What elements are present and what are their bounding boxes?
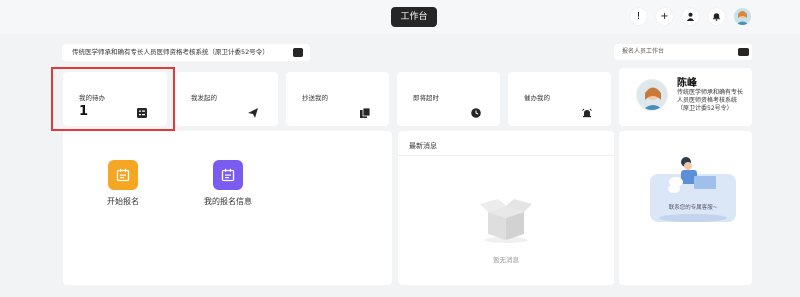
- plus-icon[interactable]: +: [656, 8, 673, 25]
- entry-label: 我的报名信息: [204, 197, 252, 206]
- profile-name: 陈峰: [677, 78, 697, 89]
- empty-message: 暂无消息: [493, 256, 519, 264]
- shortcut-panel: [63, 131, 392, 285]
- role-select[interactable]: 报名人员工作台: [614, 44, 752, 60]
- stat-label: 催办我的: [524, 94, 550, 102]
- stat-card-cc[interactable]: 抄送我的: [286, 72, 389, 126]
- stat-label: 我发起的: [191, 94, 217, 102]
- todo-highlight-frame: [51, 67, 175, 131]
- divider: [398, 155, 614, 156]
- stat-label: 即将超时: [413, 94, 439, 102]
- calendar-icon: [213, 160, 243, 190]
- bell-icon[interactable]: [708, 8, 725, 25]
- workspace-tab[interactable]: 工作台: [391, 7, 437, 27]
- entry-label: 开始报名: [107, 197, 139, 206]
- send-icon: [248, 108, 258, 118]
- start-registration-entry[interactable]: 开始报名: [78, 160, 168, 207]
- user-icon[interactable]: [682, 8, 699, 25]
- stat-label: 抄送我的: [302, 94, 328, 102]
- contact-service-text[interactable]: 联系您的专属客服~: [650, 203, 736, 211]
- top-bar: 工作台 ! +: [0, 0, 800, 34]
- switch-icon[interactable]: [293, 48, 303, 57]
- profile-system: 传统医学师承和确有专长人员医师资格考核系统（原卫计委52号令）: [677, 89, 744, 112]
- stat-card-urge[interactable]: 催办我的: [508, 72, 611, 126]
- role-select-value: 报名人员工作台: [622, 48, 665, 55]
- timeout-icon: [471, 108, 481, 118]
- messages-title: 最新消息: [409, 142, 437, 150]
- my-registration-entry[interactable]: 我的报名信息: [183, 160, 273, 207]
- empty-box-icon: [480, 199, 532, 243]
- alert-icon[interactable]: !: [630, 8, 647, 25]
- calendar-icon: [108, 160, 138, 190]
- alarm-icon: [582, 108, 592, 118]
- customer-service-illustration[interactable]: [648, 152, 738, 224]
- chevron-down-icon: [738, 48, 749, 56]
- stat-card-timeout[interactable]: 即将超时: [397, 72, 500, 126]
- profile-avatar: [636, 79, 668, 111]
- system-title: 传统医学师承和确有专长人员医师资格考核系统（原卫计委52号令）: [62, 44, 310, 61]
- stat-card-initiated[interactable]: 我发起的: [175, 72, 278, 126]
- avatar[interactable]: [734, 8, 751, 25]
- copy-icon: [360, 108, 370, 118]
